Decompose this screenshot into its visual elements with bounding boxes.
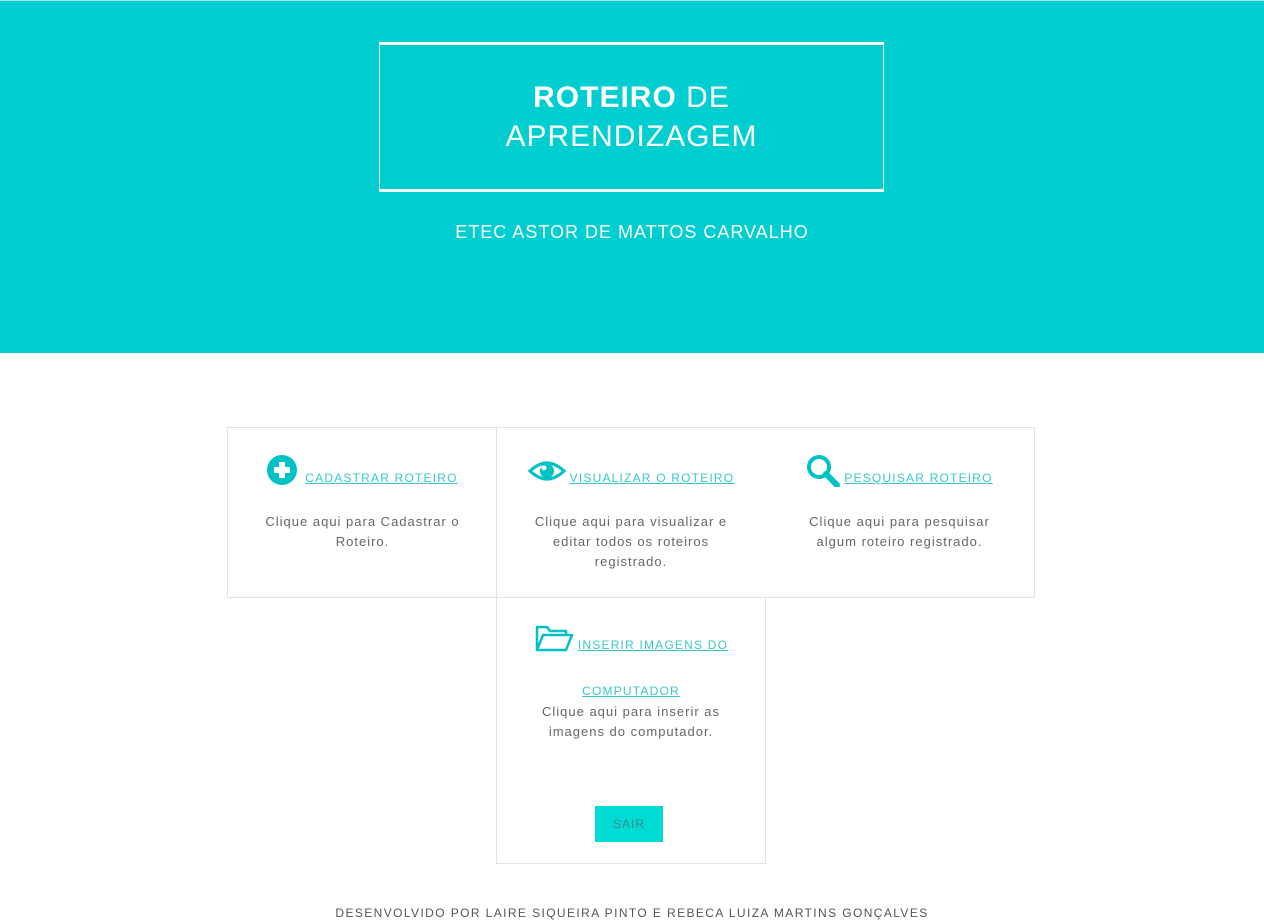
title-light: DE [686,81,730,114]
cadastrar-roteiro-link[interactable]: CADASTRAR ROTEIRO [305,471,457,485]
search-icon[interactable] [806,455,841,487]
title-bold: ROTEIRO [533,81,677,114]
logout-button[interactable]: SAIR [595,806,663,842]
eye-icon[interactable] [527,455,566,487]
page-title-line2: APRENDIZAGEM [505,120,758,153]
card-head: INSERIR IMAGENS DO [497,622,765,654]
card-visualizar: VISUALIZAR O ROTEIRO Clique aqui para vi… [496,427,766,598]
title-box: ROTEIRO DE APRENDIZAGEM [379,42,884,192]
card-description: Clique aqui para inserir as imagens do c… [541,704,721,739]
card-head: CADASTRAR ROTEIRO [228,455,497,487]
inserir-imagens-link[interactable]: INSERIR IMAGENS DO [578,638,728,652]
plus-circle-icon[interactable] [267,455,301,487]
folder-open-icon[interactable] [534,622,574,654]
card-cadastrar: CADASTRAR ROTEIRO Clique aqui para Cadas… [227,427,497,598]
school-name: ETEC ASTOR DE MATTOS CARVALHO [455,222,809,242]
card-description: Clique aqui para visualizar e editar tod… [534,514,728,569]
card-description: Clique aqui para Cadastrar o Roteiro. [265,514,460,549]
pesquisar-roteiro-link[interactable]: PESQUISAR ROTEIRO [844,471,992,485]
card-head: PESQUISAR ROTEIRO [765,455,1034,487]
card-inserir-imagens: INSERIR IMAGENS DO COMPUTADOR Clique aqu… [496,597,766,864]
card-description: Clique aqui para pesquisar algum roteiro… [809,514,990,549]
card-pesquisar: PESQUISAR ROTEIRO Clique aqui para pesqu… [765,427,1035,598]
visualizar-roteiro-link[interactable]: VISUALIZAR O ROTEIRO [570,471,735,485]
page-title: ROTEIRO DE [380,81,883,115]
inserir-imagens-link-line2[interactable]: COMPUTADOR [497,684,765,698]
card-head: VISUALIZAR O ROTEIRO [497,455,765,487]
footer-credits: DESENVOLVIDO POR LAIRE SIQUEIRA PINTO E … [335,906,929,920]
hero-banner: ROTEIRO DE APRENDIZAGEM ETEC ASTOR DE MA… [0,0,1264,353]
